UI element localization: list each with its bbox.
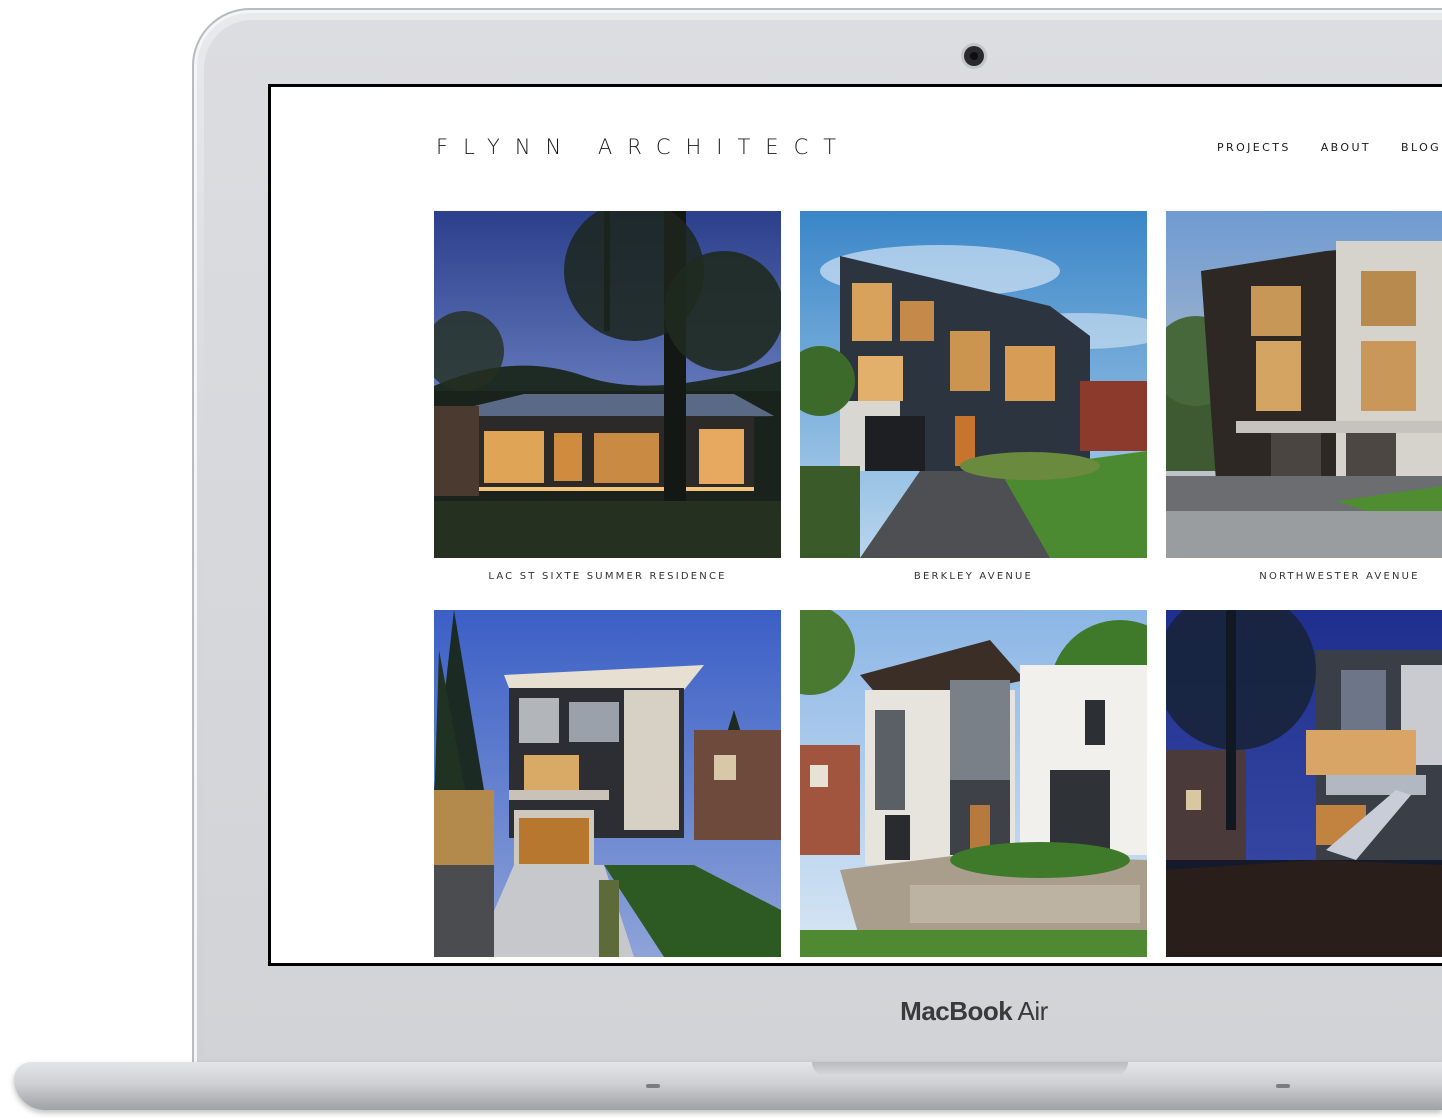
main-nav: PROJECTS ABOUT BLOG: [1217, 141, 1441, 154]
webcam-icon: [964, 46, 984, 66]
project-caption[interactable]: BERKLEY AVENUE: [800, 571, 1147, 582]
project-caption[interactable]: NORTHWESTER AVENUE: [1166, 571, 1442, 582]
laptop-screen: FLYNN ARCHITECT PROJECTS ABOUT BLOG LAC …: [268, 84, 1442, 966]
laptop-hinge-notch: [812, 1062, 1128, 1076]
project-thumbnail[interactable]: [434, 610, 781, 957]
nav-about[interactable]: ABOUT: [1321, 141, 1371, 154]
project-thumbnail-northwester[interactable]: [1166, 211, 1442, 558]
site-logo[interactable]: FLYNN ARCHITECT: [436, 135, 851, 159]
project-thumbnail-berkley[interactable]: [800, 211, 1147, 558]
laptop-foot: [646, 1084, 660, 1088]
nav-blog[interactable]: BLOG: [1401, 141, 1441, 154]
device-brand-label: MacBook Air: [900, 996, 1048, 1026]
laptop-base: [14, 1062, 1442, 1110]
laptop-foot: [1276, 1084, 1290, 1088]
project-thumbnail[interactable]: [800, 610, 1147, 957]
project-caption[interactable]: LAC ST SIXTE SUMMER RESIDENCE: [434, 571, 781, 582]
project-thumbnail[interactable]: [1166, 610, 1442, 957]
project-thumbnail-lac-st-sixte[interactable]: [434, 211, 781, 558]
website-page: FLYNN ARCHITECT PROJECTS ABOUT BLOG LAC …: [271, 87, 1442, 963]
nav-projects[interactable]: PROJECTS: [1217, 141, 1291, 154]
